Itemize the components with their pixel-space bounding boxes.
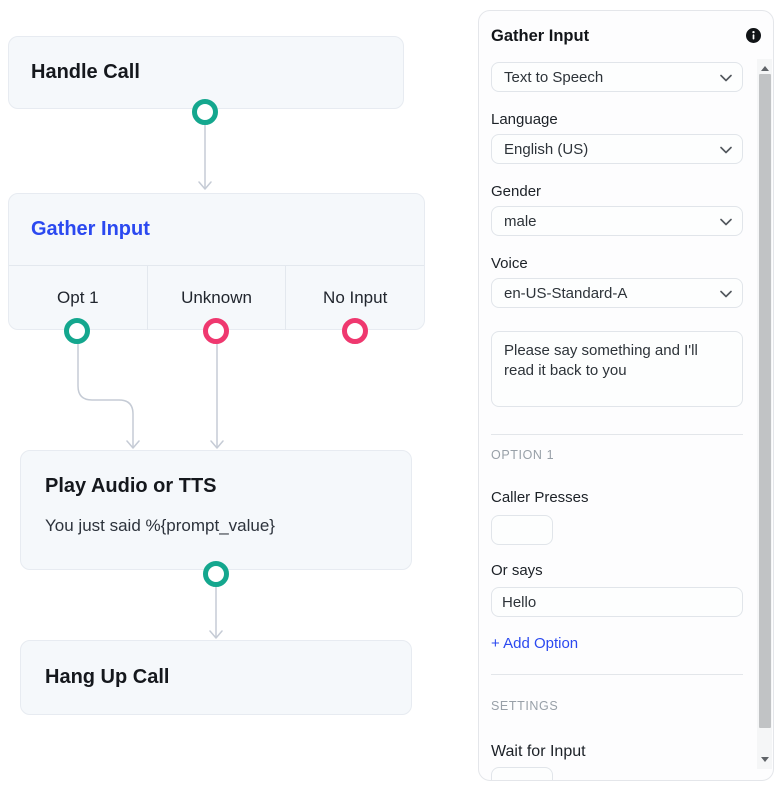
caller-presses-input[interactable] bbox=[491, 515, 553, 545]
chevron-down-icon bbox=[720, 69, 732, 86]
settings-section-label: SETTINGS bbox=[491, 699, 558, 713]
edge-arrowhead bbox=[210, 631, 222, 638]
port-opt1-output[interactable] bbox=[64, 318, 90, 344]
port-handle-call-output[interactable] bbox=[192, 99, 218, 125]
node-play-audio-tts[interactable]: Play Audio or TTS You just said %{prompt… bbox=[20, 450, 412, 570]
voice-value: en-US-Standard-A bbox=[504, 285, 627, 302]
gender-value: male bbox=[504, 213, 537, 230]
wait-for-input-input[interactable] bbox=[491, 767, 553, 781]
gender-label: Gender bbox=[491, 183, 541, 200]
flow-canvas[interactable]: Handle Call Gather Input Opt 1 Unknown N… bbox=[0, 0, 470, 792]
prompt-textarea[interactable]: Please say something and I'll read it ba… bbox=[491, 331, 743, 407]
port-no-input-output[interactable] bbox=[342, 318, 368, 344]
panel-inner: Gather Input Text to Speech Language Eng… bbox=[479, 11, 773, 780]
edge-opt1-to-play bbox=[78, 344, 133, 446]
call-flow-builder: Handle Call Gather Input Opt 1 Unknown N… bbox=[0, 0, 782, 792]
voice-select[interactable]: en-US-Standard-A bbox=[491, 278, 743, 308]
port-play-audio-output[interactable] bbox=[203, 561, 229, 587]
info-icon[interactable] bbox=[746, 28, 761, 43]
caller-presses-label: Caller Presses bbox=[491, 489, 589, 506]
chevron-down-icon bbox=[720, 141, 732, 158]
option1-section-label: OPTION 1 bbox=[491, 448, 554, 462]
voice-label: Voice bbox=[491, 255, 528, 272]
scrollbar-up-arrow[interactable] bbox=[761, 66, 769, 71]
edge-arrowhead bbox=[199, 182, 211, 189]
edge-arrowhead bbox=[211, 441, 223, 448]
node-title-handle-call: Handle Call bbox=[31, 61, 140, 84]
language-select[interactable]: English (US) bbox=[491, 134, 743, 164]
panel-title: Gather Input bbox=[491, 27, 589, 46]
node-gather-input[interactable]: Gather Input Opt 1 Unknown No Input bbox=[8, 193, 425, 330]
tts-mode-select[interactable]: Text to Speech bbox=[491, 62, 743, 92]
node-title-hang-up: Hang Up Call bbox=[45, 666, 169, 689]
chevron-down-icon bbox=[720, 285, 732, 302]
node-gather-title-row: Gather Input bbox=[9, 194, 424, 266]
tts-mode-value: Text to Speech bbox=[504, 69, 603, 86]
add-option-link[interactable]: + Add Option bbox=[491, 635, 578, 652]
section-divider bbox=[491, 434, 743, 435]
language-value: English (US) bbox=[504, 141, 588, 158]
gender-select[interactable]: male bbox=[491, 206, 743, 236]
edge-arrowhead bbox=[127, 441, 139, 448]
scrollbar-down-arrow[interactable] bbox=[761, 757, 769, 762]
scrollbar-thumb[interactable] bbox=[759, 74, 771, 728]
panel-scrollbar[interactable] bbox=[757, 59, 772, 769]
node-hang-up-call[interactable]: Hang Up Call bbox=[20, 640, 412, 715]
language-label: Language bbox=[491, 111, 558, 128]
node-title-play-audio: Play Audio or TTS bbox=[45, 475, 411, 498]
node-body-play-audio: You just said %{prompt_value} bbox=[45, 516, 411, 536]
port-unknown-output[interactable] bbox=[203, 318, 229, 344]
or-says-input[interactable] bbox=[491, 587, 743, 617]
properties-panel: Gather Input Text to Speech Language Eng… bbox=[478, 10, 774, 781]
chevron-down-icon bbox=[720, 213, 732, 230]
node-title-gather-input: Gather Input bbox=[31, 218, 150, 241]
or-says-label: Or says bbox=[491, 562, 543, 579]
section-divider bbox=[491, 674, 743, 675]
wait-for-input-label: Wait for Input bbox=[491, 743, 586, 761]
